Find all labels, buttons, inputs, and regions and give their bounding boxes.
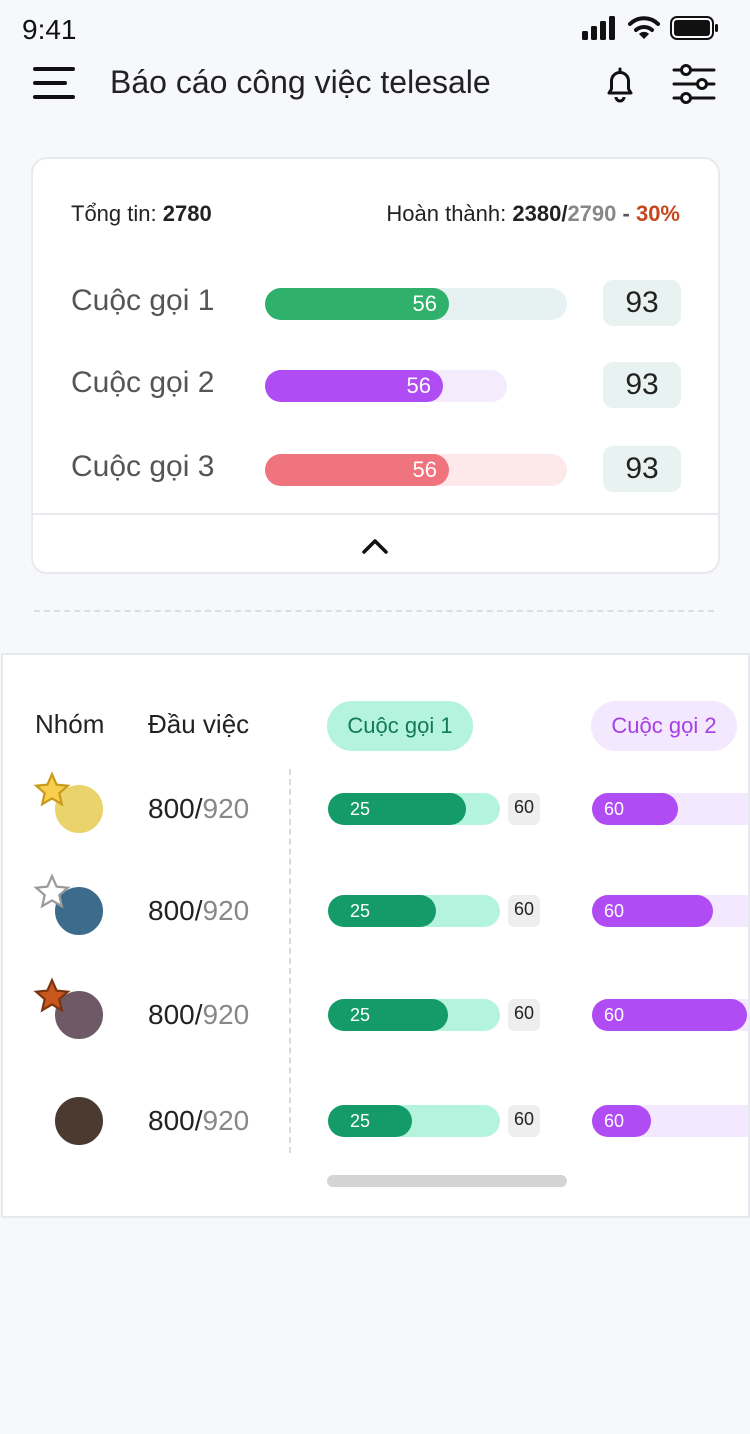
call-row: Cuộc gọi 1 56 93 (71, 280, 683, 326)
call1-progress-track: 25 (328, 895, 500, 927)
call-label: Cuộc gọi 1 (71, 284, 215, 317)
call-count: 93 (603, 362, 681, 408)
call1-progress-fill: 25 (328, 793, 466, 825)
call-label: Cuộc gọi 3 (71, 450, 215, 483)
call1-progress-track: 25 (328, 999, 500, 1031)
call1-progress-track: 25 (328, 1105, 500, 1137)
call1-progress-track: 25 (328, 793, 500, 825)
completed-target: 2790 (567, 201, 617, 226)
completed-percent: 30% (635, 201, 680, 226)
task-total: 920 (202, 1105, 250, 1136)
call1-progress-fill: 25 (328, 895, 436, 927)
status-time: 9:41 (22, 14, 77, 45)
task-done: 800/ (148, 1105, 203, 1136)
call-progress-track: 56 (265, 288, 567, 320)
task-done: 800/ (148, 793, 203, 824)
call2-progress-track: 60 (592, 999, 748, 1031)
star-icon (33, 873, 71, 909)
task-total: 920 (202, 999, 250, 1030)
call2-progress-fill: 60 (592, 793, 678, 825)
call1-target: 60 (508, 895, 540, 927)
member (33, 873, 109, 943)
call-count: 93 (603, 446, 681, 492)
member (33, 771, 109, 841)
battery-icon (670, 16, 718, 40)
task-total: 920 (202, 895, 250, 926)
star-icon (33, 771, 71, 807)
task-count: 800/920 (148, 895, 249, 927)
member (33, 977, 109, 1047)
table-row[interactable]: 800/920 25 60 60 (3, 977, 748, 1047)
call2-progress-track: 60 (592, 793, 748, 825)
call2-progress-fill: 60 (592, 1105, 651, 1137)
status-icons (582, 16, 720, 40)
call2-progress-fill: 60 (592, 999, 747, 1031)
task-count: 800/920 (148, 999, 249, 1031)
call-row: Cuộc gọi 3 56 93 (71, 446, 683, 492)
call2-progress-track: 60 (592, 1105, 748, 1137)
call-row: Cuộc gọi 2 56 93 (71, 362, 683, 408)
completed-label: Hoàn thành: (386, 201, 507, 226)
task-done: 800/ (148, 895, 203, 926)
completed-separator: - (616, 201, 636, 226)
call-progress-track: 56 (265, 370, 507, 402)
signal-icon (582, 16, 615, 40)
call1-progress-fill: 25 (328, 999, 448, 1031)
task-done: 800/ (148, 999, 203, 1030)
bell-icon[interactable] (600, 64, 640, 104)
call2-progress-fill: 60 (592, 895, 713, 927)
table-row[interactable]: 800/920 25 60 60 (3, 1089, 748, 1153)
call-label: Cuộc gọi 2 (71, 366, 215, 399)
call-progress-fill: 56 (265, 288, 449, 320)
call2-progress-track: 60 (592, 895, 748, 927)
card-divider (33, 513, 718, 515)
table-row[interactable]: 800/920 25 60 60 (3, 771, 748, 841)
filter-settings-icon[interactable] (672, 64, 716, 104)
task-count: 800/920 (148, 1105, 249, 1137)
chevron-up-icon[interactable] (353, 531, 397, 561)
call-progress-fill: 56 (265, 370, 443, 402)
column-header-group: Nhóm (35, 709, 105, 739)
page-title: Báo cáo công việc telesale (110, 64, 491, 100)
column-header-tasks: Đầu việc (148, 709, 250, 739)
tab-call-1[interactable]: Cuộc gọi 1 (327, 701, 473, 751)
task-count: 800/920 (148, 793, 249, 825)
section-divider (34, 610, 714, 612)
menu-icon[interactable] (33, 67, 75, 101)
call1-target: 60 (508, 999, 540, 1031)
call1-target: 60 (508, 793, 540, 825)
completed-info: Hoàn thành: 2380/2790 - 30% (386, 201, 680, 227)
completed-value: 2380/ (512, 201, 568, 226)
call1-progress-fill: 25 (328, 1105, 412, 1137)
total-label: Tổng tin: (71, 201, 157, 226)
member (33, 1089, 109, 1153)
table-row[interactable]: 800/920 25 60 60 (3, 873, 748, 943)
summary-card: Tổng tin: 2780 Hoàn thành: 2380/2790 - 3… (31, 157, 720, 574)
total-info: Tổng tin: 2780 (71, 201, 212, 227)
call-count: 93 (603, 280, 681, 326)
tab-call-2[interactable]: Cuộc gọi 2 (591, 701, 737, 751)
call1-target: 60 (508, 1105, 540, 1137)
header-bar: Báo cáo công việc telesale (0, 56, 750, 112)
call-progress-track: 56 (265, 454, 567, 486)
wifi-icon (628, 16, 660, 39)
task-total: 920 (202, 793, 250, 824)
status-bar: 9:41 (0, 0, 750, 56)
avatar[interactable] (53, 1095, 105, 1147)
star-icon (33, 977, 71, 1013)
team-table: Nhóm Đầu việc Cuộc gọi 1 Cuộc gọi 2 800/… (1, 653, 750, 1218)
horizontal-scrollbar[interactable] (327, 1175, 567, 1187)
call-progress-fill: 56 (265, 454, 449, 486)
total-value: 2780 (162, 201, 212, 226)
